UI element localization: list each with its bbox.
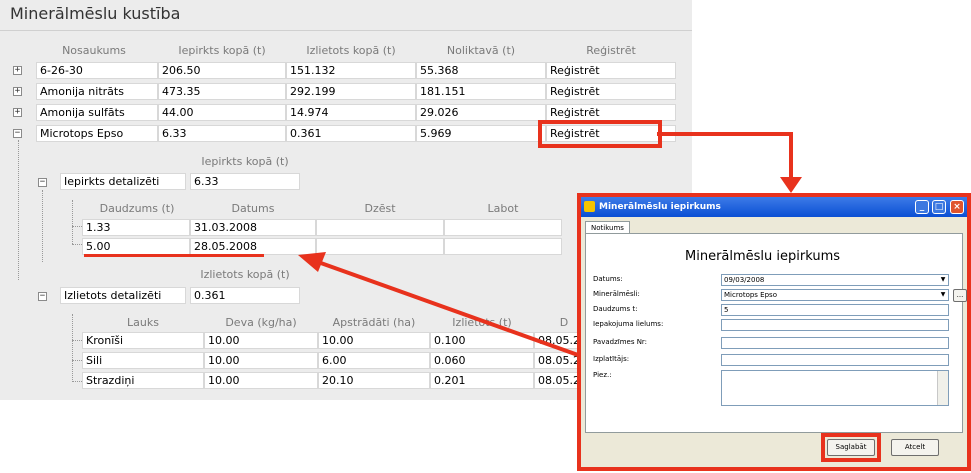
fertilizer-value: Microtops Epso [724,291,777,299]
minimize-icon[interactable]: _ [915,200,929,214]
chevron-down-icon[interactable]: ▼ [939,291,947,299]
save-button[interactable]: Saglabāt [827,439,875,456]
fertilizer-select[interactable]: Microtops Epso ▼ [721,289,949,301]
chevron-down-icon[interactable]: ▼ [939,276,947,284]
cancel-button[interactable]: Atcelt [891,439,939,456]
arrow-head-icon [298,252,326,272]
package-size-input[interactable] [721,319,949,331]
notes-textarea[interactable] [721,370,949,406]
waybill-input[interactable] [721,337,949,349]
maximize-icon[interactable]: □ [932,200,946,214]
distributor-label: Izplatītājs: [593,355,630,363]
fertilizer-label: Minerālmēsli: [593,290,640,298]
quantity-input[interactable]: 5 [721,304,949,316]
dialog-title: Minerālmēslu iepirkums [599,202,721,212]
purchase-dialog: Minerālmēslu iepirkums _ □ × Notikums Mi… [577,193,971,471]
notes-scrollbar[interactable] [937,371,948,405]
package-size-label: Iepakojuma lielums: [593,320,664,328]
notes-label: Piez.: [593,371,612,379]
quantity-label: Daudzums t: [593,305,638,313]
browse-button[interactable]: ... [953,289,967,302]
date-select[interactable]: 09/03/2008 ▼ [721,274,949,286]
waybill-label: Pavadzīmes Nr: [593,338,648,346]
close-icon[interactable]: × [950,200,964,214]
distributor-input[interactable] [721,354,949,366]
dialog-titlebar: Minerālmēslu iepirkums _ □ × [581,197,967,217]
dialog-heading: Minerālmēslu iepirkums [685,249,841,264]
app-icon [584,201,595,212]
date-label: Datums: [593,275,623,283]
date-value: 09/03/2008 [724,276,765,284]
